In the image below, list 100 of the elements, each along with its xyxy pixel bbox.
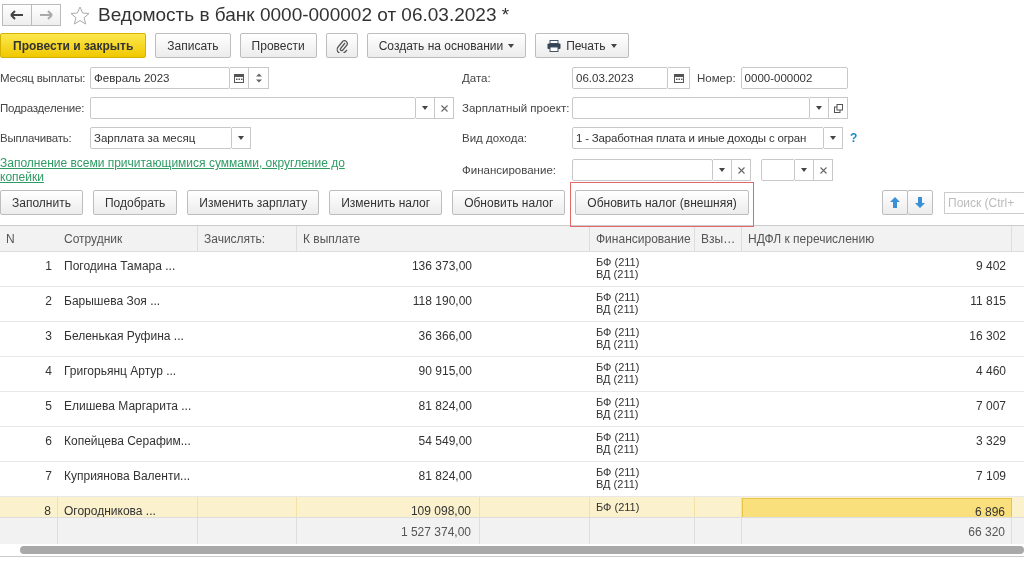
caret-icon xyxy=(610,43,617,48)
table-cell-text: 36 366,00 xyxy=(417,328,473,345)
table-row[interactable]: 6 Копейцева Серафим... 54 549,00 БФ (211) ВД (211) 3 329 xyxy=(0,427,1024,462)
dropdown-button[interactable] xyxy=(810,97,829,119)
dropdown-button[interactable] xyxy=(416,97,435,119)
table-cell-text: Елишева Маргарита ... xyxy=(63,398,193,415)
table-cell-text: ВД (211) xyxy=(596,268,640,280)
toolbar-button[interactable]: Записать xyxy=(155,33,231,58)
column-header[interactable]: Сотрудник xyxy=(58,226,198,251)
printer-icon xyxy=(547,39,562,52)
open-button[interactable] xyxy=(829,97,848,119)
create-based-on-menu[interactable]: Создать на основании xyxy=(366,33,527,58)
table-cell-text: ВД (211) xyxy=(596,338,640,350)
open-window-icon xyxy=(833,103,843,113)
table-cell-text: ВД (211) xyxy=(596,443,640,455)
input-field[interactable]: Февраль 2023 xyxy=(90,67,230,89)
table-cell-text: 16 302 xyxy=(968,328,1007,345)
table-row[interactable]: 5 Елишева Маргарита ... 81 824,00 БФ (211) ВД (211) 7 007 xyxy=(0,392,1024,427)
month-spinner[interactable] xyxy=(249,67,269,89)
table-cell-text: 6 xyxy=(44,433,53,450)
clear-button[interactable] xyxy=(435,97,454,119)
input-field[interactable]: 06.03.2023 xyxy=(572,67,668,89)
column-header[interactable]: Взы… xyxy=(695,226,742,251)
table-cell-text: БФ (211) xyxy=(596,501,641,513)
field-label: Дата: xyxy=(462,72,492,84)
caret-icon xyxy=(422,106,428,110)
table-cell-text: ВД (211) xyxy=(596,303,640,315)
table-cell-text: 81 824,00 xyxy=(417,468,473,485)
spinner-icon xyxy=(255,73,262,83)
print-menu[interactable]: Печать xyxy=(535,33,629,58)
help-link[interactable]: ? xyxy=(850,131,858,145)
table-cell-text: 136 373,00 xyxy=(410,258,473,275)
right-arrow-icon xyxy=(39,10,53,20)
column-header[interactable]: НДФЛ к перечислению xyxy=(742,226,1012,251)
clear-button[interactable] xyxy=(732,159,751,181)
dropdown-button[interactable] xyxy=(795,159,814,181)
input-field[interactable]: Зарплата за месяц xyxy=(90,127,232,149)
toolbar-button[interactable]: Провести xyxy=(239,33,317,58)
field-label: Месяц выплаты: xyxy=(0,72,87,84)
table-cell-text: 7 xyxy=(44,468,53,485)
table-cell-text: ВД (211) xyxy=(596,408,640,420)
move-down-button[interactable] xyxy=(907,190,933,215)
input-field[interactable] xyxy=(761,159,795,181)
table-row[interactable]: 2 Барышева Зоя ... 118 190,00 БФ (211) ВД (211) 11 815 xyxy=(0,287,1024,322)
table-cell-text: 4 460 xyxy=(974,363,1007,380)
command-button[interactable]: Обновить налог (внешняя) xyxy=(575,190,749,215)
table-cell-text: 2 xyxy=(44,293,53,310)
table-cell-text: 7 109 xyxy=(974,468,1007,485)
dropdown-button[interactable] xyxy=(824,127,843,149)
table-cell-text: 81 824,00 xyxy=(417,398,473,415)
calendar-button[interactable] xyxy=(230,67,249,89)
clear-button[interactable] xyxy=(814,159,833,181)
table-row[interactable]: 1 Погодина Тамара ... 136 373,00 БФ (211) ВД (211) 9 402 xyxy=(0,252,1024,287)
dropdown-button[interactable] xyxy=(232,127,251,149)
command-button[interactable]: Изменить зарплату xyxy=(187,190,320,215)
fill-settings-link[interactable]: Заполнение всеми причитающимися суммами, округление до копейки xyxy=(0,156,345,184)
column-header[interactable]: Финансирование xyxy=(590,226,695,251)
table-cell-text: ВД (211) xyxy=(596,478,640,490)
column-header[interactable]: Зачислять: xyxy=(198,226,297,251)
attach-button[interactable] xyxy=(325,33,358,58)
left-arrow-icon xyxy=(10,10,24,20)
command-button[interactable]: Подобрать xyxy=(92,190,178,215)
search-field[interactable]: Поиск (Ctrl+ xyxy=(944,191,1024,214)
back-button[interactable] xyxy=(2,4,32,26)
input-field[interactable] xyxy=(572,159,713,181)
input-field[interactable]: 1 - Заработная плата и иные доходы с огран xyxy=(572,127,824,149)
calendar-button[interactable] xyxy=(668,67,690,89)
table-row[interactable]: 3 Беленькая Руфина ... 36 366,00 БФ (211) ВД (211) 16 302 xyxy=(0,322,1024,357)
command-button[interactable]: Заполнить xyxy=(0,190,83,215)
table-cell-text: Барышева Зоя ... xyxy=(63,293,162,310)
star-icon[interactable] xyxy=(70,5,90,25)
field-label: Подразделение: xyxy=(0,102,86,114)
total-cell: 1 527 374,00 xyxy=(297,518,480,544)
total-cell: 66 320 xyxy=(742,518,1012,544)
column-header[interactable]: К выплате xyxy=(297,226,590,251)
table-row[interactable]: 8 Огородникова ... 109 098,00 БФ (211) 6 896 xyxy=(0,497,1024,517)
post-and-close-button[interactable]: Провести и закрыть xyxy=(0,33,147,58)
table-cell-text: 3 xyxy=(44,328,53,345)
down-arrow-icon xyxy=(915,197,925,208)
input-field[interactable] xyxy=(90,97,416,119)
input-field[interactable]: 0000-000002 xyxy=(740,67,848,89)
table-cell-text: 3 329 xyxy=(974,433,1007,450)
dropdown-button[interactable] xyxy=(713,159,732,181)
command-button[interactable]: Обновить налог xyxy=(452,190,566,215)
table-row[interactable]: 4 Григорьянц Артур ... 90 915,00 БФ (211) ВД (211) 4 460 xyxy=(0,357,1024,392)
table-cell-text: 1 xyxy=(44,258,53,275)
calendar-icon xyxy=(673,73,684,83)
table-cell-text: Погодина Тамара ... xyxy=(63,258,177,275)
table-cell: 6 896 xyxy=(742,498,1012,517)
command-button[interactable]: Изменить налог xyxy=(329,190,443,215)
table-cell-text: 11 815 xyxy=(969,293,1007,310)
field-label: Зарплатный проект: xyxy=(462,102,571,114)
move-up-button[interactable] xyxy=(882,190,908,215)
scrollbar[interactable] xyxy=(20,546,1024,554)
clear-icon xyxy=(819,166,827,174)
up-arrow-icon xyxy=(890,197,900,208)
input-field[interactable] xyxy=(572,97,810,119)
column-header[interactable]: N xyxy=(0,226,58,251)
table-cell-text: Беленькая Руфина ... xyxy=(63,328,185,345)
table-cell-text: 5 xyxy=(44,398,53,415)
